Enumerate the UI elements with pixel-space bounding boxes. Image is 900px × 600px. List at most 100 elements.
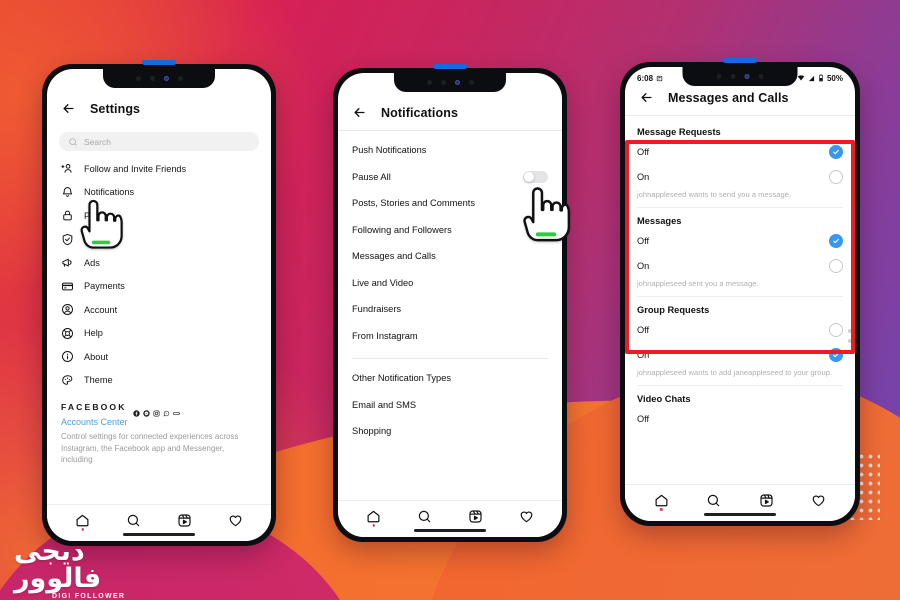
home-indicator-1 xyxy=(123,533,195,536)
option-row-on[interactable]: On xyxy=(625,342,855,367)
camera-dot-icon xyxy=(730,74,736,79)
list-item-label: Posts, Stories and Comments xyxy=(352,198,475,209)
list-item[interactable]: From Instagram xyxy=(338,323,562,350)
radio-selected[interactable] xyxy=(829,347,843,362)
lock-icon xyxy=(63,210,72,221)
option-hint: johnappleseed wants to add janeappleseed… xyxy=(637,368,833,377)
status-left: 6:08 xyxy=(637,74,663,83)
nav-activity-dot xyxy=(660,508,663,511)
home-icon xyxy=(655,494,668,506)
sidebar-item-about[interactable]: About xyxy=(47,345,271,369)
sidebar-item-help[interactable]: Help xyxy=(47,322,271,346)
nav-search-button[interactable] xyxy=(417,509,432,524)
nav-reels-button[interactable] xyxy=(759,493,774,508)
nav-activity-button[interactable] xyxy=(519,509,534,524)
list-item[interactable]: Email and SMS xyxy=(338,392,562,419)
home-icon xyxy=(76,514,89,526)
heart-icon xyxy=(812,495,825,506)
list-item[interactable]: Other Notification Types xyxy=(338,365,562,392)
nav-activity-dot xyxy=(81,528,84,531)
list-item[interactable]: Shopping xyxy=(338,418,562,445)
option-row-off[interactable]: Off xyxy=(625,317,855,342)
option-row-off[interactable]: Off xyxy=(625,228,855,253)
radio-unselected[interactable] xyxy=(829,258,843,273)
battery-icon xyxy=(818,74,823,82)
option-row-off[interactable]: Off xyxy=(625,406,855,431)
section-title: Message Requests xyxy=(637,127,721,137)
battery-percent: 50% xyxy=(826,73,843,83)
option-row-on[interactable]: On xyxy=(625,164,855,189)
nav-home-button[interactable] xyxy=(654,493,669,511)
settings-list: Follow and Invite Friends Notifications … xyxy=(47,153,271,392)
list-item-label: Email and SMS xyxy=(352,399,417,410)
sidebar-item-label: Theme xyxy=(84,375,113,386)
sidebar-item-ads[interactable]: Ads xyxy=(47,251,271,275)
option-label: Off xyxy=(637,324,650,335)
phone-earpiece-1 xyxy=(142,60,176,65)
list-item-label: Fundraisers xyxy=(352,304,402,315)
scrollbar-dot[interactable] xyxy=(848,339,852,343)
palette-icon xyxy=(62,374,73,385)
check-icon xyxy=(833,149,839,154)
option-row-off[interactable]: Off xyxy=(625,139,855,164)
reels-icon xyxy=(178,513,191,527)
account-circle-icon xyxy=(62,304,73,316)
list-item[interactable]: Fundraisers xyxy=(338,296,562,323)
option-label: Off xyxy=(637,413,650,424)
sidebar-item-payments[interactable]: Payments xyxy=(47,275,271,299)
camera-dot-icon xyxy=(468,80,474,85)
signal-icon xyxy=(808,75,815,81)
sidebar-item-follow-invite[interactable]: Follow and Invite Friends xyxy=(47,157,271,181)
nav-reels-button[interactable] xyxy=(177,513,192,528)
option-row-on[interactable]: On xyxy=(625,253,855,278)
messenger-icon xyxy=(142,404,150,417)
hand-cursor-2 xyxy=(521,183,571,245)
nav-activity-dot xyxy=(372,524,375,527)
sidebar-item-account[interactable]: Account xyxy=(47,298,271,322)
portal-icon xyxy=(172,404,180,415)
nav-activity-button[interactable] xyxy=(811,493,826,508)
list-item[interactable]: Live and Video xyxy=(338,270,562,297)
section-video-chats: Video Chats Off xyxy=(625,388,855,431)
toggle-knob xyxy=(524,171,534,182)
check-icon xyxy=(833,352,839,357)
scrollbar-dot[interactable] xyxy=(848,329,852,333)
search-input[interactable]: Search xyxy=(59,132,259,151)
status-time: 6:08 xyxy=(637,73,654,83)
list-item-label: Following and Followers xyxy=(352,224,452,235)
check-icon xyxy=(833,238,839,243)
phone-earpiece-2 xyxy=(433,64,467,69)
search-placeholder: Search xyxy=(84,136,111,147)
section-separator xyxy=(637,296,843,297)
list-item[interactable]: Push Notifications xyxy=(338,137,562,164)
back-arrow-icon[interactable] xyxy=(61,101,76,116)
sidebar-item-label: Account xyxy=(84,304,118,315)
sidebar-item-theme[interactable]: Theme xyxy=(47,369,271,393)
nav-reels-button[interactable] xyxy=(468,509,483,524)
radio-unselected[interactable] xyxy=(829,322,843,337)
accounts-center-link[interactable]: Accounts Center xyxy=(61,417,257,427)
search-icon xyxy=(127,514,140,526)
nav-home-button[interactable] xyxy=(366,509,381,527)
facebook-icon xyxy=(132,404,140,417)
back-arrow-icon[interactable] xyxy=(639,90,654,105)
radio-unselected[interactable] xyxy=(829,169,843,184)
nav-search-button[interactable] xyxy=(126,513,141,528)
back-arrow-icon[interactable] xyxy=(352,105,367,120)
phone-3-messages-and-calls: 6:08 50% Messages and Calls Message Requ… xyxy=(617,58,863,529)
nav-search-button[interactable] xyxy=(706,493,721,508)
section-group-requests: Group Requests Off On johnappleseed want… xyxy=(625,299,855,386)
nav-activity-button[interactable] xyxy=(228,513,243,528)
nav-home-button[interactable] xyxy=(75,513,90,531)
pause-all-toggle[interactable] xyxy=(523,170,548,183)
list-item-label: Shopping xyxy=(352,426,392,437)
radio-selected[interactable] xyxy=(829,144,843,159)
phone-notch-1 xyxy=(103,69,215,88)
camera-dot-icon xyxy=(135,76,141,81)
radio-selected[interactable] xyxy=(829,233,843,248)
list-item-messages-and-calls[interactable]: Messages and Calls xyxy=(338,243,562,270)
instagram-icon xyxy=(153,404,160,417)
option-label: On xyxy=(637,260,650,271)
option-label: Off xyxy=(637,146,650,157)
facebook-description: Control settings for connected experienc… xyxy=(61,432,239,465)
